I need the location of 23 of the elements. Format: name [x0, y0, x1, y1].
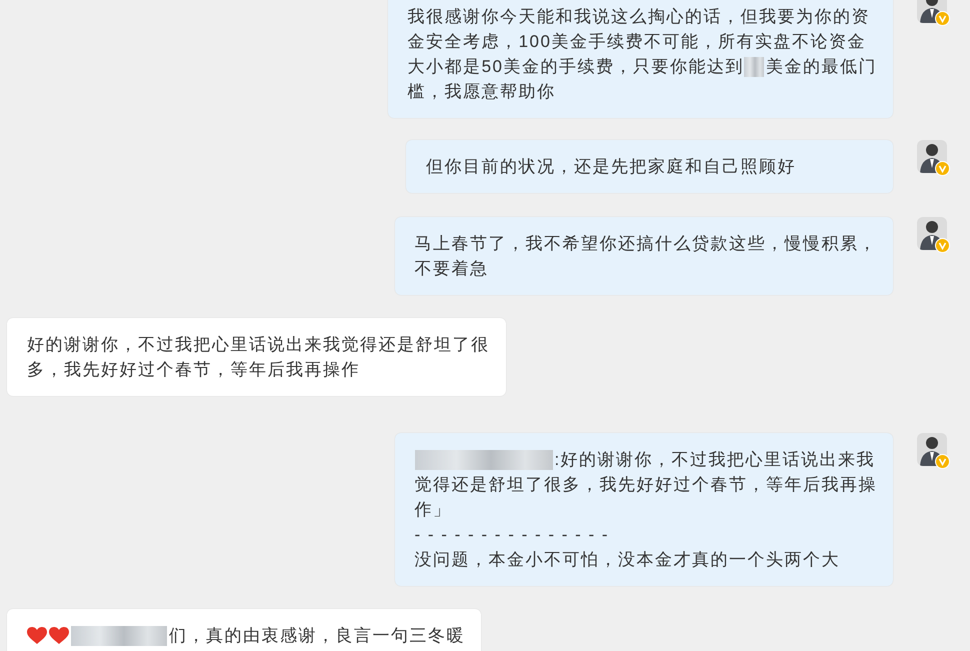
message-text: 美金的最低门: [766, 56, 877, 78]
message-text: 但你目前的状况，还是先把家庭和自己照顾好: [426, 156, 796, 178]
message-text: - - - - - - - - - - - - - - -: [414, 524, 610, 546]
message-text: 没问题，本金小不可怕，没本金才真的一个头两个大: [414, 549, 840, 571]
message-text: 们，真的由衷感谢，良言一句三冬暖: [169, 625, 465, 647]
redacted-mosaic: [744, 56, 764, 76]
message-text: 槛，我愿意帮助你: [408, 81, 556, 103]
message-text: 我很感谢你今天能和我说这么掏心的话，但我要为你的资: [408, 6, 870, 28]
message-text: 觉得还是舒坦了很多，我先好好过个春节，等年后我再操: [414, 474, 877, 496]
heart-icon: [27, 626, 47, 644]
message-text: 马上春节了，我不希望你还搞什么贷款这些，慢慢积累，: [414, 233, 877, 255]
message-text: 不要着急: [414, 258, 488, 280]
message-text: :好的谢谢你，不过我把心里话说出来我: [554, 449, 876, 471]
heart-icon: [49, 626, 69, 644]
verified-badge-icon: [935, 238, 950, 253]
message-text: 多，我先好好过个春节，等年后我再操作: [27, 359, 360, 381]
verified-badge-icon: [935, 454, 950, 469]
verified-badge-icon: [935, 161, 950, 176]
message-text: 金安全考虑，100美金手续费不可能，所有实盘不论资金: [408, 31, 866, 53]
message-text: 好的谢谢你，不过我把心里话说出来我觉得还是舒坦了很: [27, 334, 490, 356]
message-text: 作」: [414, 499, 452, 521]
message-text: 大小都是50美金的手续费，只要你能达到: [408, 56, 744, 78]
verified-badge-icon: [935, 11, 950, 26]
